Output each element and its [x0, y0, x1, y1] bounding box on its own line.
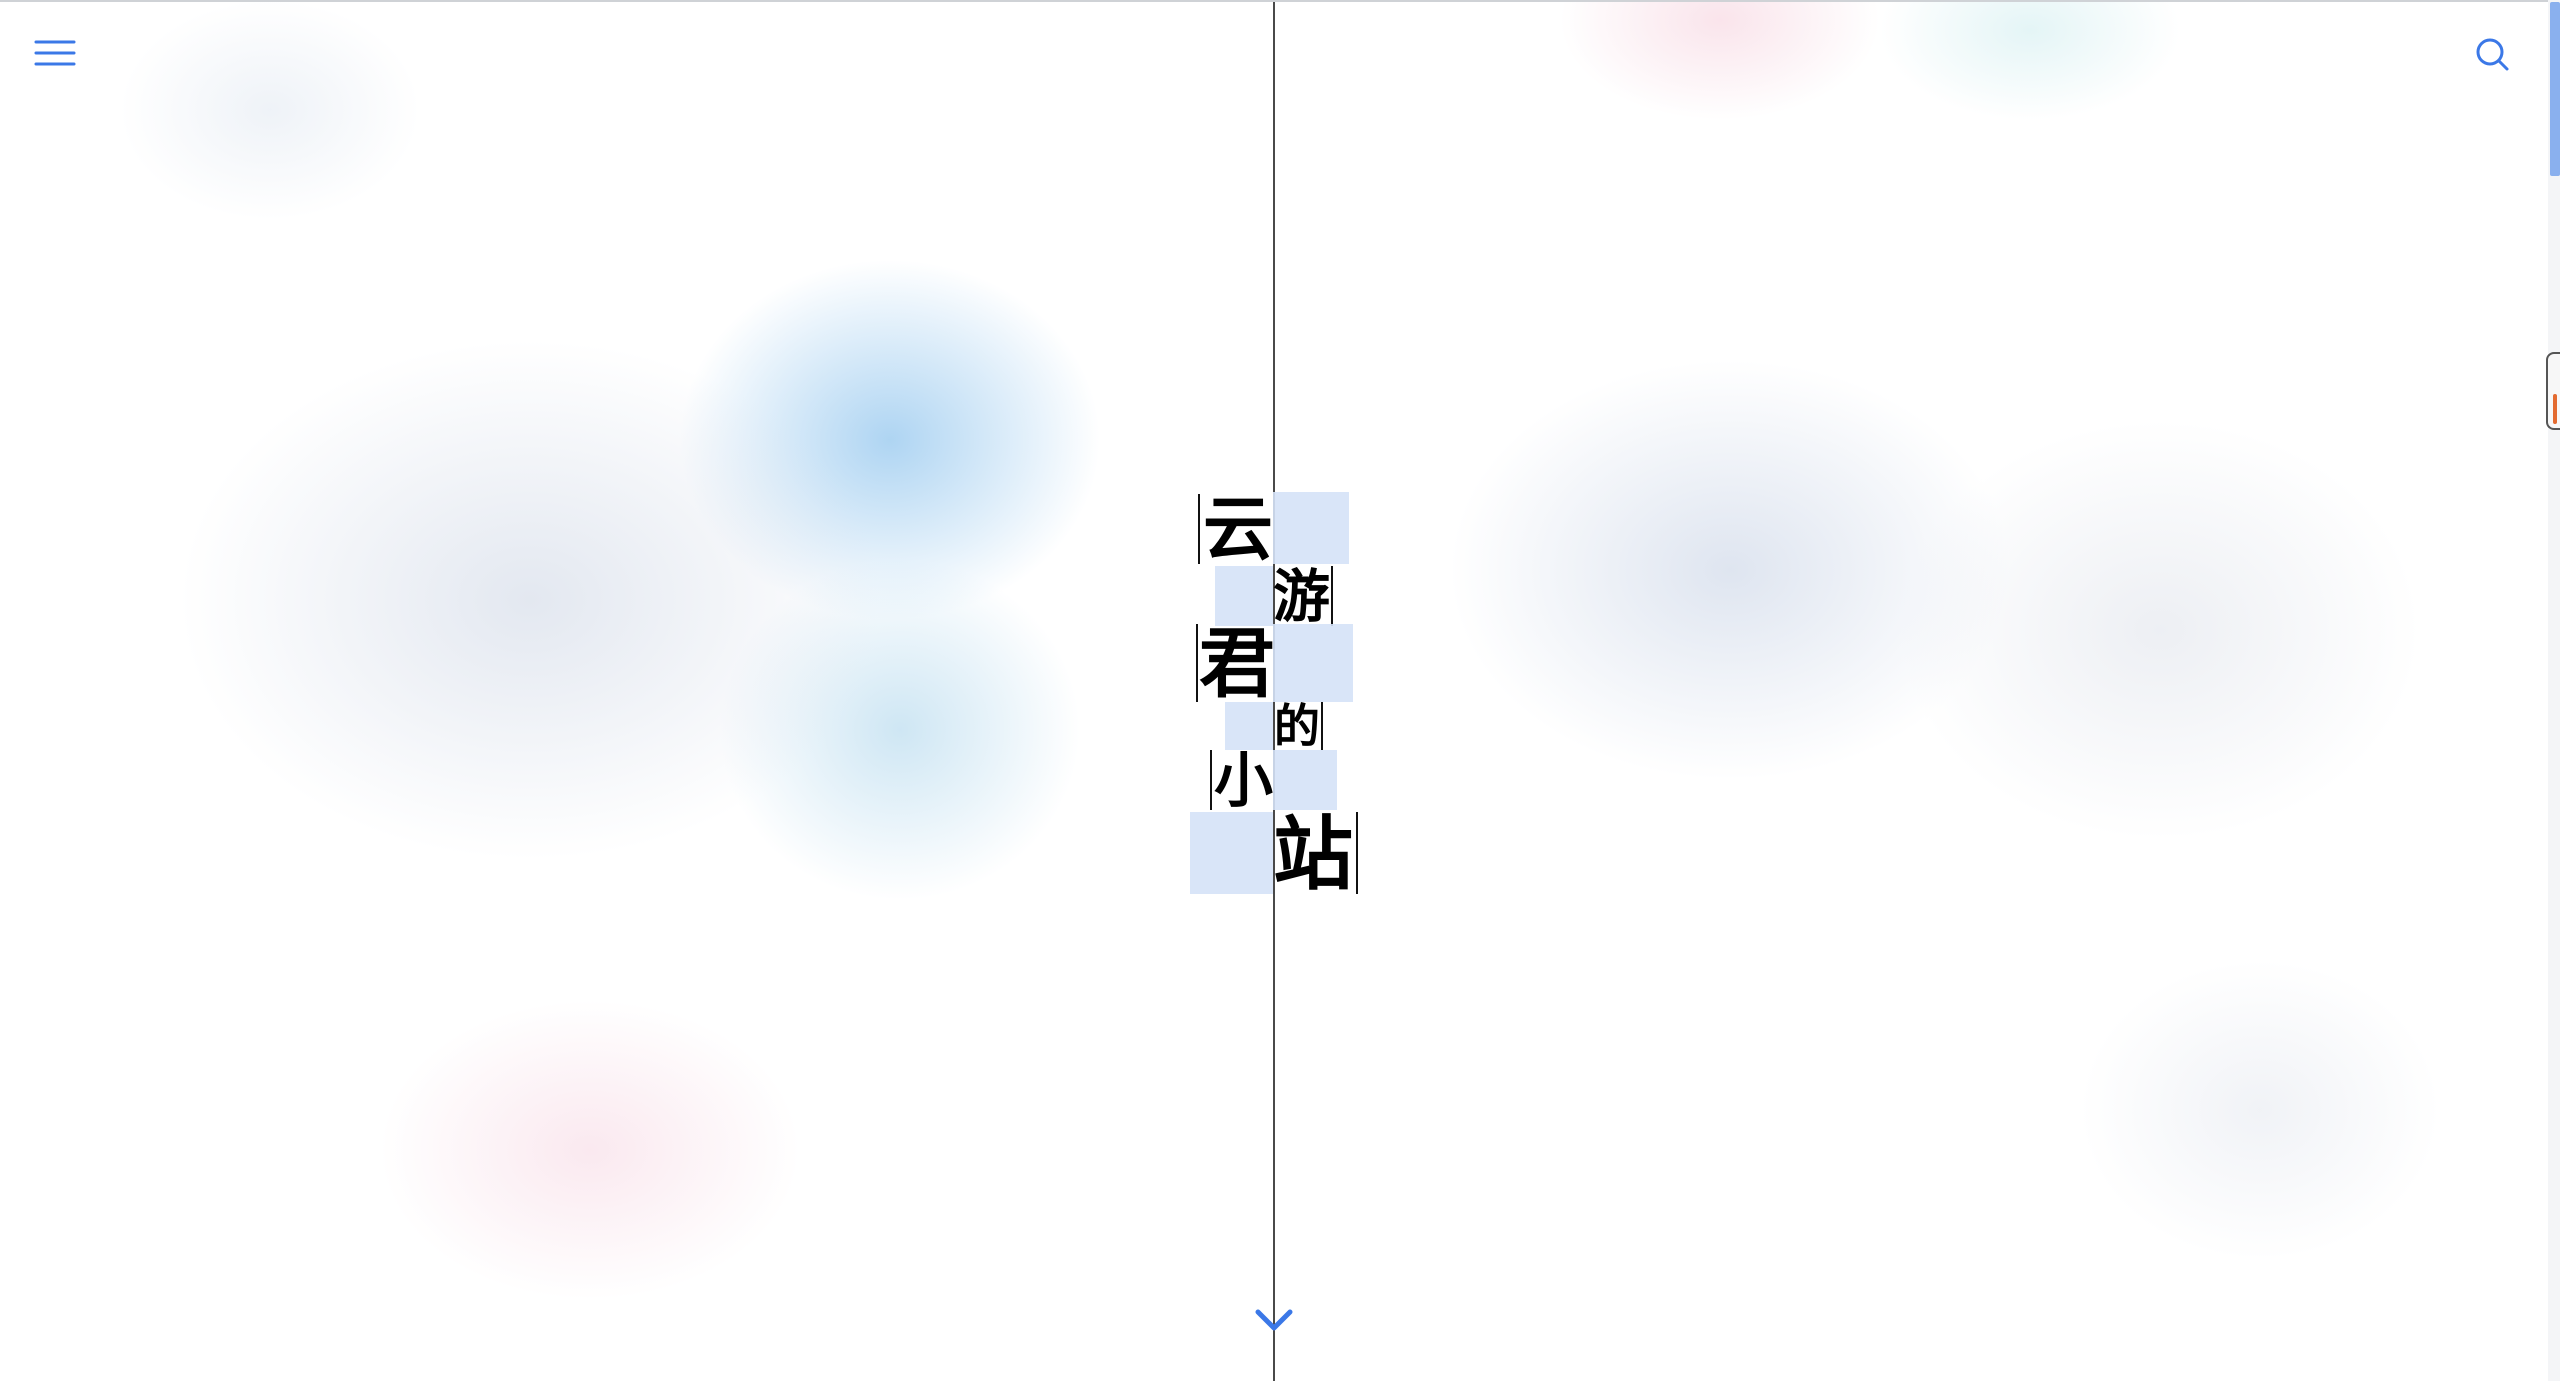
bg-blob-cyan-top	[1880, 0, 2180, 120]
bg-blob-pink-top	[1560, 0, 1880, 120]
scroll-down-button[interactable]	[1250, 1300, 1298, 1340]
title-char-2: 游	[1273, 563, 1330, 630]
bg-blob-gray-right	[1450, 360, 2010, 780]
menu-button[interactable]	[30, 32, 80, 74]
text-caret	[1210, 750, 1212, 810]
title-char-3: 君	[1199, 619, 1275, 708]
bg-blob-gray-left	[180, 340, 880, 860]
text-caret	[1331, 566, 1333, 626]
glyph-highlight	[1273, 624, 1353, 702]
title-char-1: 云	[1203, 487, 1273, 570]
handle-indicator	[2553, 394, 2557, 424]
text-caret	[1356, 812, 1358, 894]
page-background: 云 游 君 的 小 站	[0, 0, 2560, 1381]
search-button[interactable]	[2468, 30, 2518, 80]
bg-blob-gray-far-right	[1900, 420, 2420, 840]
glyph-highlight	[1273, 492, 1349, 564]
title-char-4: 的	[1274, 699, 1320, 753]
bg-blob-lightblue	[720, 560, 1080, 900]
bg-blob-bottom-right	[2080, 960, 2440, 1260]
glyph-highlight	[1273, 750, 1337, 810]
bg-blob-blue	[680, 260, 1100, 620]
side-panel-handle[interactable]	[2546, 352, 2560, 430]
glyph-highlight	[1225, 702, 1273, 750]
hamburger-menu-icon	[34, 40, 76, 66]
chevron-down-icon	[1255, 1309, 1293, 1331]
glyph-highlight	[1190, 812, 1273, 894]
bg-blob-topleft	[120, 0, 420, 220]
title-char-6: 站	[1273, 807, 1353, 901]
scrollbar-track[interactable]	[2548, 0, 2560, 1381]
glyph-highlight	[1215, 566, 1273, 626]
bg-blob-pink-bottom	[380, 1000, 800, 1300]
title-char-5: 小	[1214, 746, 1274, 815]
scrollbar-thumb[interactable]	[2550, 2, 2560, 176]
search-icon	[2476, 38, 2509, 71]
text-caret	[1196, 624, 1198, 702]
text-caret	[1321, 702, 1323, 750]
text-caret	[1198, 494, 1200, 564]
